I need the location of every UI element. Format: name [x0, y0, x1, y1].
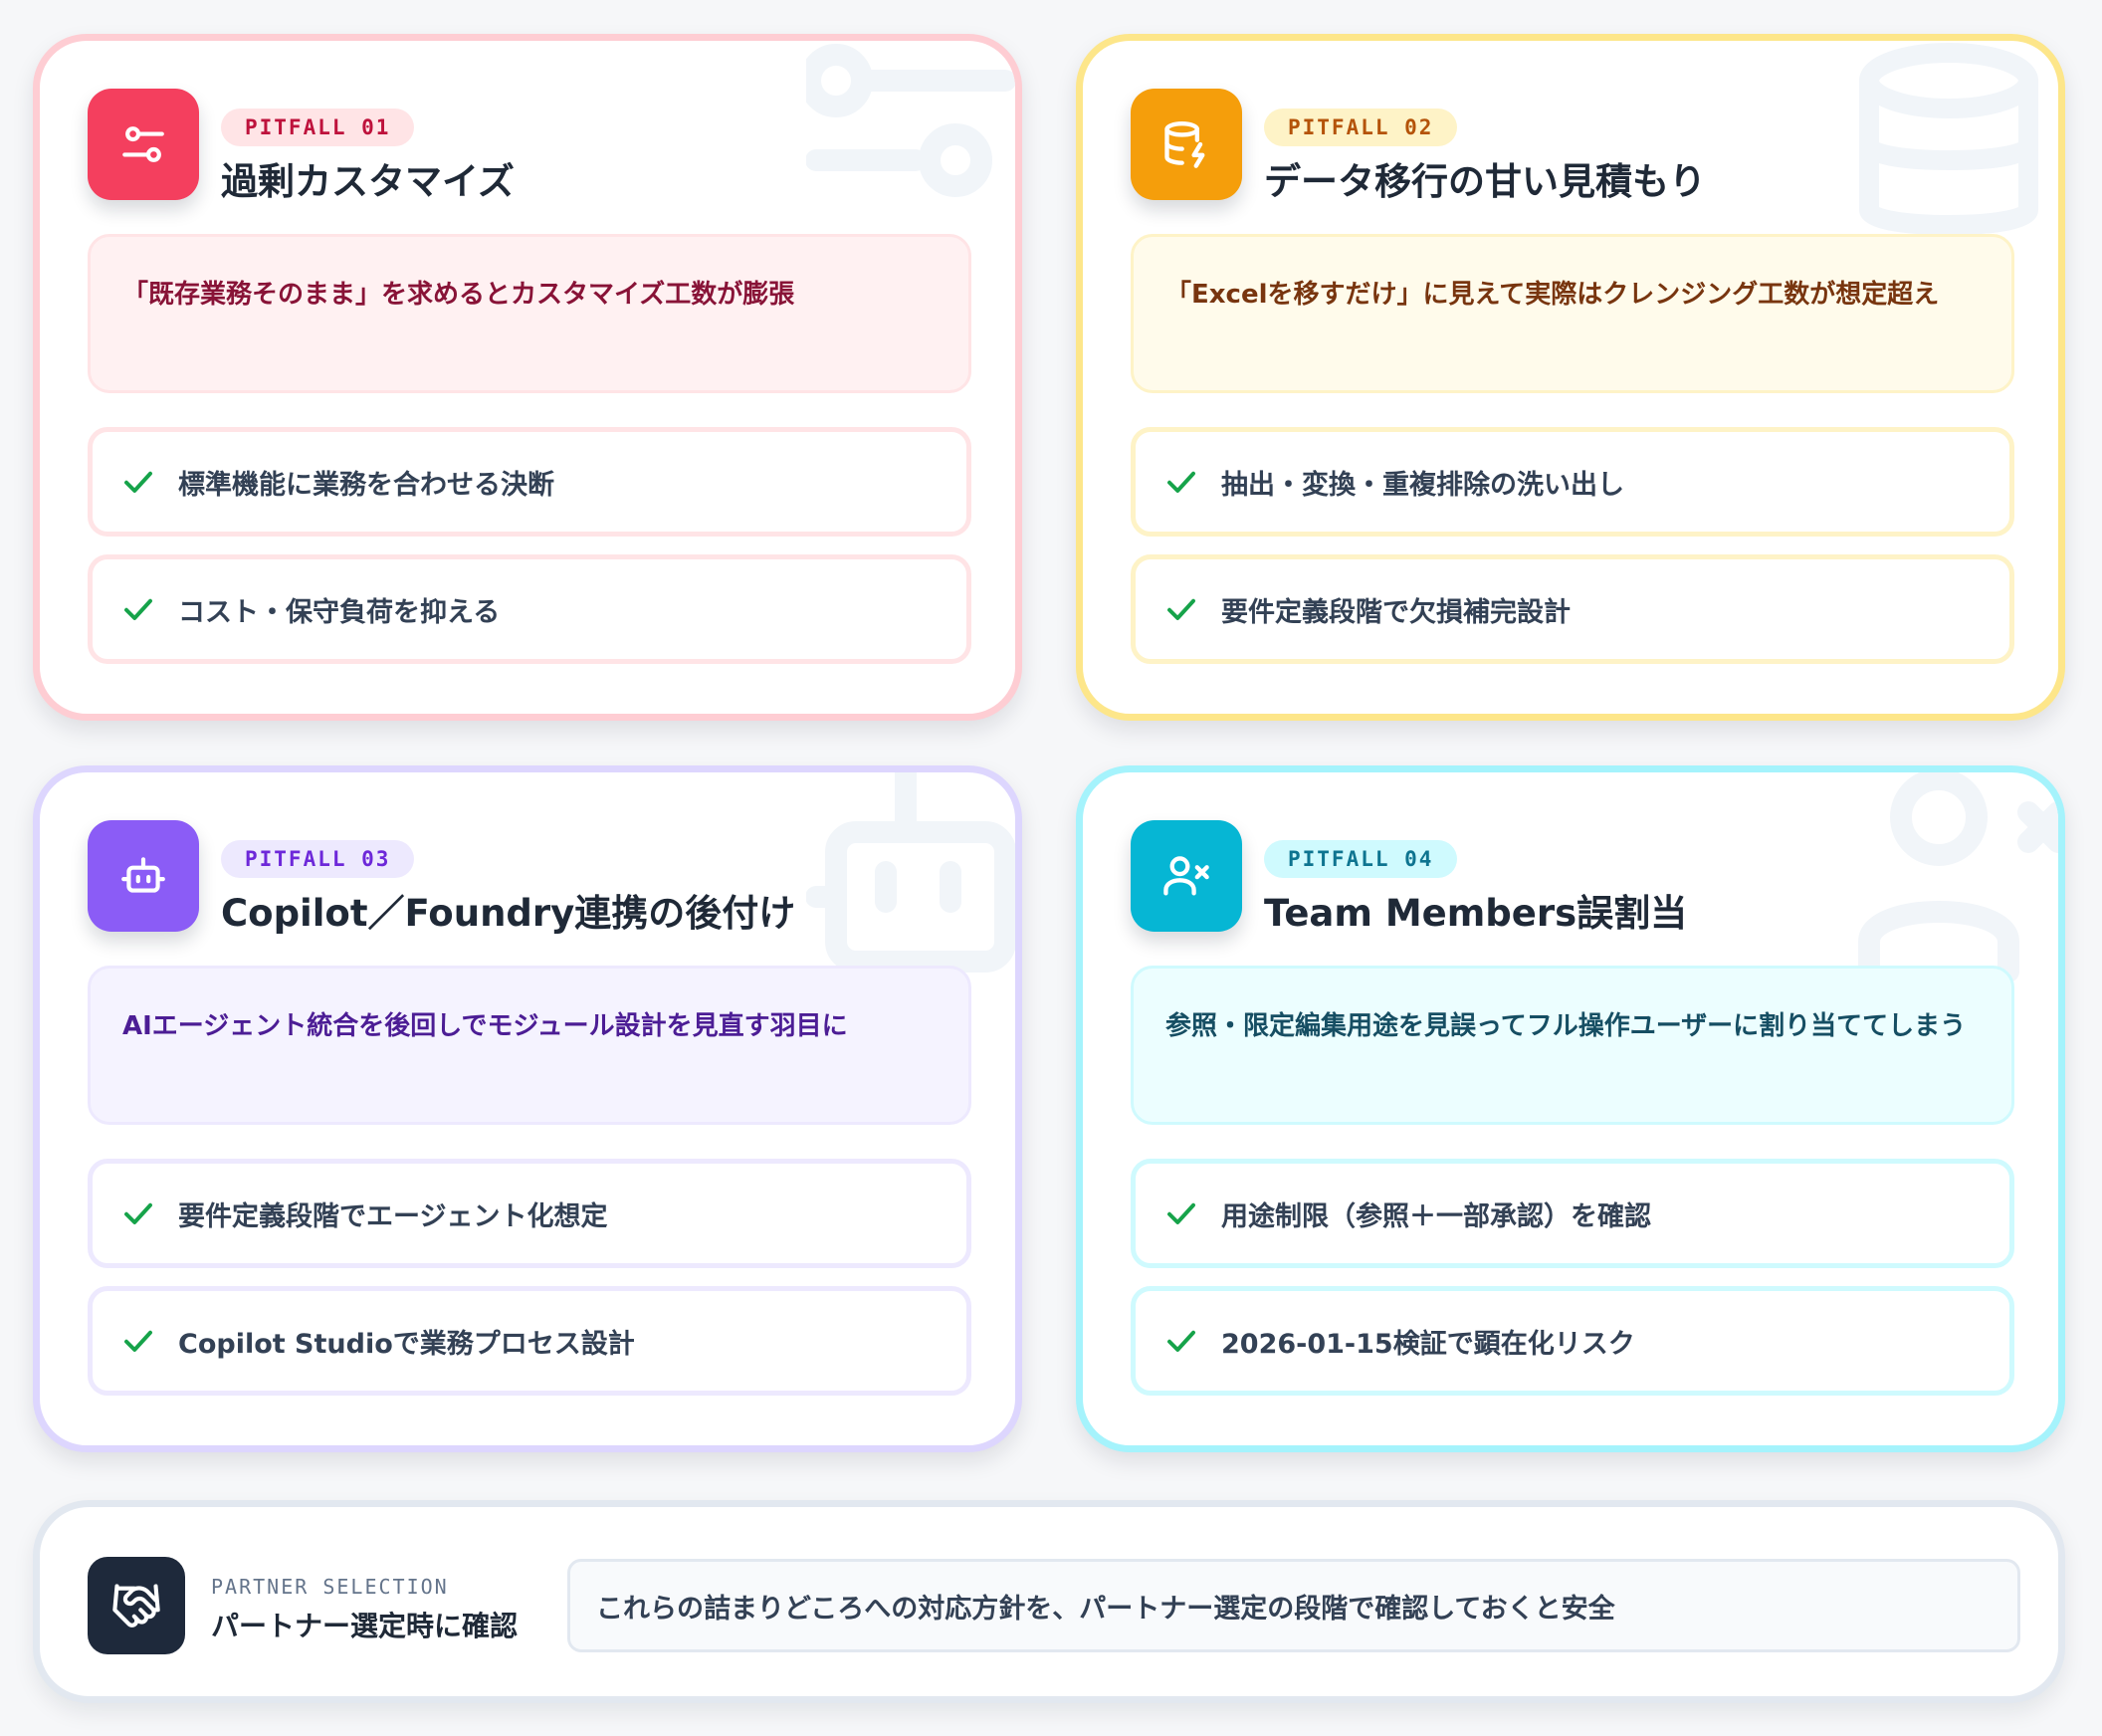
- check-icon: [1167, 471, 1195, 493]
- check-label: 抽出・変換・重複排除の洗い出し: [1221, 469, 1624, 501]
- check-label: 2026-01-15検証で顕在化リスク: [1221, 1328, 1635, 1360]
- database-bolt-icon: [1131, 89, 1242, 200]
- check-item: 標準機能に業務を合わせる決断: [88, 427, 971, 537]
- check-label: 用途制限（参照＋一部承認）を確認: [1221, 1200, 1651, 1232]
- pitfall-tag: PITFALL 03: [221, 840, 415, 878]
- handshake-icon: [88, 1557, 185, 1654]
- check-item: 2026-01-15検証で顕在化リスク: [1131, 1286, 2014, 1396]
- check-icon: [124, 471, 152, 493]
- partner-title: パートナー選定時に確認: [211, 1610, 519, 1642]
- check-icon: [124, 1202, 152, 1224]
- pitfall-tag: PITFALL 04: [1264, 840, 1458, 878]
- pitfall-tag: PITFALL 01: [221, 108, 415, 146]
- partner-eyebrow: PARTNER SELECTION: [211, 1575, 449, 1599]
- sliders-icon: [88, 89, 199, 200]
- bot-icon: [88, 820, 199, 932]
- pitfall-card-01: PITFALL 01 過剰カスタマイズ 「既存業務そのまま」を求めるとカスタマイ…: [33, 34, 1022, 721]
- check-item: 用途制限（参照＋一部承認）を確認: [1131, 1159, 2014, 1268]
- check-icon: [1167, 1330, 1195, 1352]
- pitfall-title: データ移行の甘い見積もり: [1264, 160, 1706, 203]
- pitfall-problem: 「既存業務そのまま」を求めるとカスタマイズ工数が膨張: [88, 234, 971, 393]
- pitfall-problem: 「Excelを移すだけ」に見えて実際はクレンジング工数が想定超え: [1131, 234, 2014, 393]
- pitfall-card-03: PITFALL 03 Copilot／Foundry連携の後付け AIエージェン…: [33, 765, 1022, 1452]
- sliders-watermark-icon: [806, 44, 1015, 197]
- check-icon: [1167, 1202, 1195, 1224]
- check-label: コスト・保守負荷を抑える: [178, 596, 501, 628]
- user-x-watermark-icon: [1858, 772, 2058, 981]
- check-label: 要件定義段階でエージェント化想定: [178, 1200, 608, 1232]
- check-label: Copilot Studioで業務プロセス設計: [178, 1328, 635, 1360]
- pitfall-problem: AIエージェント統合を後回しでモジュール設計を見直す羽目に: [88, 966, 971, 1125]
- pitfall-tag: PITFALL 02: [1264, 108, 1458, 146]
- check-item: 抽出・変換・重複排除の洗い出し: [1131, 427, 2014, 537]
- check-item: Copilot Studioで業務プロセス設計: [88, 1286, 971, 1396]
- pitfalls-page: PITFALL 01 過剰カスタマイズ 「既存業務そのまま」を求めるとカスタマイ…: [0, 0, 2102, 1736]
- check-label: 標準機能に業務を合わせる決断: [178, 469, 554, 501]
- database-watermark-icon: [1859, 43, 2038, 235]
- pitfall-card-04: PITFALL 04 Team Members誤割当 参照・限定編集用途を見誤っ…: [1076, 765, 2065, 1452]
- pitfall-title: Copilot／Foundry連携の後付け: [221, 892, 796, 935]
- pitfall-problem: 参照・限定編集用途を見誤ってフル操作ユーザーに割り当ててしまう: [1131, 966, 2014, 1125]
- check-item: 要件定義段階で欠損補完設計: [1131, 554, 2014, 664]
- partner-selection-bar: PARTNER SELECTION パートナー選定時に確認 これらの詰まりどころ…: [33, 1500, 2065, 1703]
- user-x-icon: [1131, 820, 1242, 932]
- check-item: コスト・保守負荷を抑える: [88, 554, 971, 664]
- pitfall-title: 過剰カスタマイズ: [221, 160, 515, 203]
- partner-note: これらの詰まりどころへの対応方針を、パートナー選定の段階で確認しておくと安全: [567, 1559, 2020, 1652]
- pitfall-title: Team Members誤割当: [1264, 892, 1688, 935]
- check-icon: [124, 598, 152, 620]
- bot-watermark-icon: [806, 772, 1015, 973]
- pitfall-card-02: PITFALL 02 データ移行の甘い見積もり 「Excelを移すだけ」に見えて…: [1076, 34, 2065, 721]
- check-label: 要件定義段階で欠損補完設計: [1221, 596, 1571, 628]
- check-icon: [1167, 598, 1195, 620]
- check-icon: [124, 1330, 152, 1352]
- check-item: 要件定義段階でエージェント化想定: [88, 1159, 971, 1268]
